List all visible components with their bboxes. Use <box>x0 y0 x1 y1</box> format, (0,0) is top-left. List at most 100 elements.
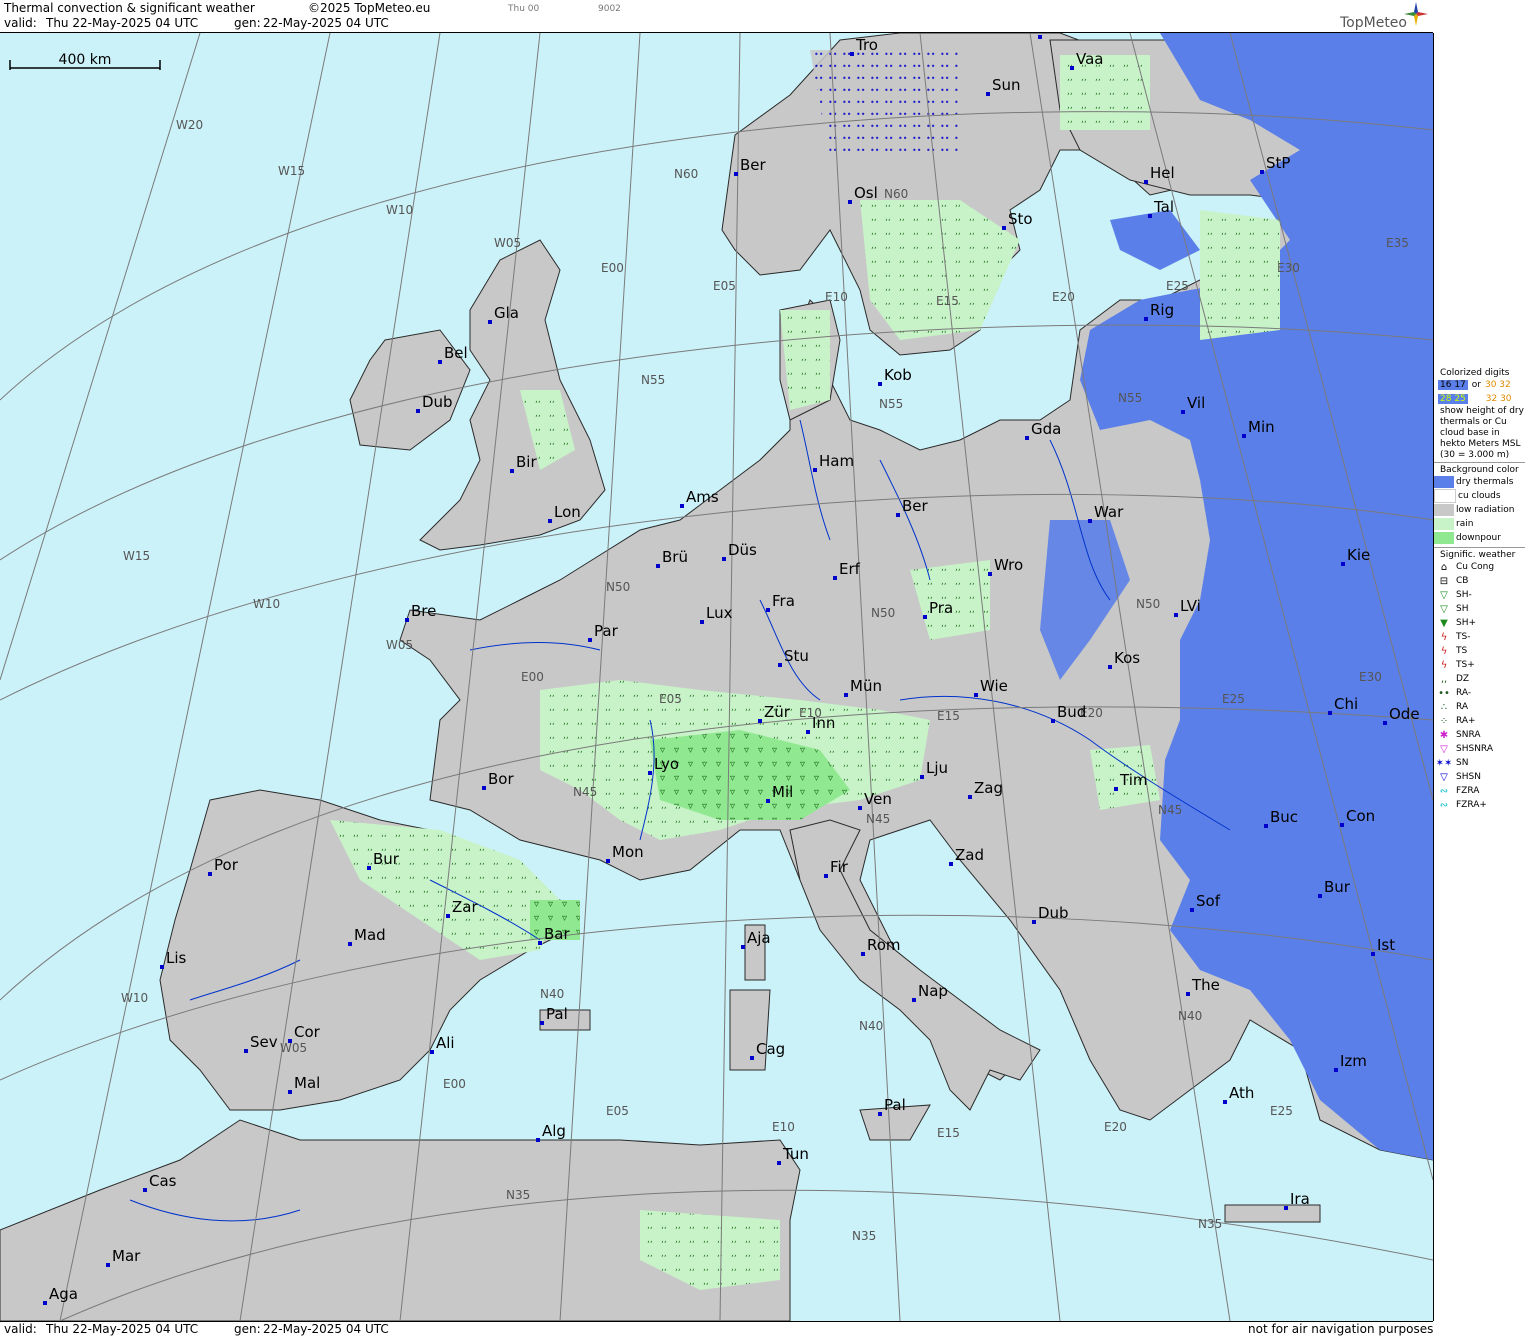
city-label: Inn <box>812 714 835 732</box>
legend-bg-label: downpour <box>1456 533 1501 543</box>
legend-sig-label: TS+ <box>1456 660 1475 670</box>
city-marker: War <box>1088 503 1124 523</box>
legend-sig-ra: ∴ RA <box>1434 700 1525 714</box>
legend-sig-sh: ▽ SH <box>1434 602 1525 616</box>
city-label: Mal <box>294 1074 320 1092</box>
city-marker: Düs <box>722 541 757 561</box>
city-label: Ven <box>864 790 892 808</box>
city-label: Kos <box>1114 649 1140 667</box>
city-marker: Ode <box>1383 705 1420 725</box>
city-dot <box>758 719 762 723</box>
city-label: Rom <box>867 936 901 954</box>
city-dot <box>848 200 852 204</box>
weather-map[interactable]: ,, ▿ •• <box>0 33 1434 1321</box>
grid-label: W05 <box>494 236 521 250</box>
rain-icon: ∴ <box>1440 701 1448 713</box>
city-dot <box>741 945 745 949</box>
city-label: Cag <box>756 1040 785 1058</box>
city-label: Zad <box>955 846 984 864</box>
legend-sig-label: TS <box>1456 646 1468 656</box>
frame-id: 9002 <box>598 4 621 14</box>
city-dot <box>878 1112 882 1116</box>
city-label: Sun <box>992 76 1021 94</box>
freezing-rain-heavy-icon: ∾ <box>1439 799 1449 811</box>
city-label: Pal <box>546 1005 568 1023</box>
legend-sig-label: FZRA+ <box>1456 800 1487 810</box>
city-label: Por <box>214 856 239 874</box>
city-label: Tro <box>855 36 878 54</box>
city-label: Min <box>1248 418 1275 436</box>
city-dot <box>1341 562 1345 566</box>
city-label: Bir <box>516 453 537 471</box>
grid-label: E10 <box>772 1120 795 1134</box>
legend-digits-row-1: 16 17 or 30 32 <box>1434 378 1525 392</box>
city-dot <box>1025 436 1029 440</box>
swatch-dry-thermals <box>1434 476 1454 488</box>
city-dot <box>1328 711 1332 715</box>
legend-sig-ra-minus: •• RA- <box>1434 686 1525 700</box>
city-marker: Sun <box>986 76 1021 96</box>
city-label: Aja <box>747 929 771 947</box>
city-label: Bud <box>1057 703 1086 721</box>
grid-label: E20 <box>1052 290 1075 304</box>
grid-label: N55 <box>1118 391 1142 405</box>
city-label: Mad <box>354 926 386 944</box>
legend-digits-b: 30 32 <box>1484 380 1511 390</box>
valid-label: valid: <box>4 16 37 30</box>
swatch-rain <box>1434 518 1454 530</box>
city-dot <box>540 1021 544 1025</box>
city-dot <box>405 618 409 622</box>
legend-sig-cu-cong: ⌂ Cu Cong <box>1434 560 1525 574</box>
city-label: Mün <box>850 677 882 695</box>
city-label: Ira <box>1290 1190 1310 1208</box>
city-dot <box>1051 719 1055 723</box>
map-canvas[interactable]: ,, ▿ •• <box>0 33 1433 1321</box>
city-dot <box>1088 519 1092 523</box>
grid-label: E35 <box>1386 236 1409 250</box>
city-label: Gda <box>1031 420 1061 438</box>
city-label: Tun <box>782 1145 809 1163</box>
city-label: Sof <box>1196 892 1221 910</box>
legend-sig-label: SHSN <box>1456 772 1481 782</box>
city-dot <box>750 1056 754 1060</box>
swatch-downpour <box>1434 532 1454 544</box>
city-label: Lux <box>706 604 733 622</box>
city-label: Vil <box>1187 394 1205 412</box>
city-dot <box>861 952 865 956</box>
city-dot <box>949 862 953 866</box>
city-marker: Bud <box>1051 703 1086 723</box>
city-dot <box>288 1039 292 1043</box>
city-dot <box>700 620 704 624</box>
legend-sig-label: SH+ <box>1456 618 1477 628</box>
city-label: Lju <box>926 759 948 777</box>
city-dot <box>1284 1206 1288 1210</box>
city-label: Kob <box>884 366 912 384</box>
city-marker: Gda <box>1025 420 1061 440</box>
city-marker: Ams <box>680 488 719 508</box>
city-label: Alg <box>542 1122 566 1140</box>
city-label: Buc <box>1270 808 1298 826</box>
legend-sig-label: RA- <box>1456 688 1472 698</box>
legend-sig-fzra: ∾ FZRA <box>1434 784 1525 798</box>
city-label: Pra <box>929 599 953 617</box>
city-dot <box>680 504 684 508</box>
footer-gen-label: gen: <box>234 1322 261 1336</box>
city-marker: Mün <box>844 677 882 697</box>
grid-label: W10 <box>121 991 148 1005</box>
city-label: Mar <box>112 1247 141 1265</box>
grid-label: N35 <box>1198 1217 1222 1231</box>
city-label: Fir <box>830 858 849 876</box>
city-label: Bar <box>544 925 570 943</box>
city-dot <box>1174 613 1178 617</box>
swatch-low-radiation <box>1434 504 1454 516</box>
gen-label: gen: <box>234 16 261 30</box>
city-label: Tal <box>1153 198 1174 216</box>
city-label: Chi <box>1334 695 1358 713</box>
legend-sig-label: SNRA <box>1456 730 1481 740</box>
city-dot <box>482 786 486 790</box>
city-dot <box>1114 787 1118 791</box>
legend-sig-label: SHSNRA <box>1456 744 1493 754</box>
map-title: Thermal convection & significant weather <box>4 1 255 15</box>
legend-bg-title: Background color <box>1440 465 1519 475</box>
grid-label: W10 <box>386 203 413 217</box>
